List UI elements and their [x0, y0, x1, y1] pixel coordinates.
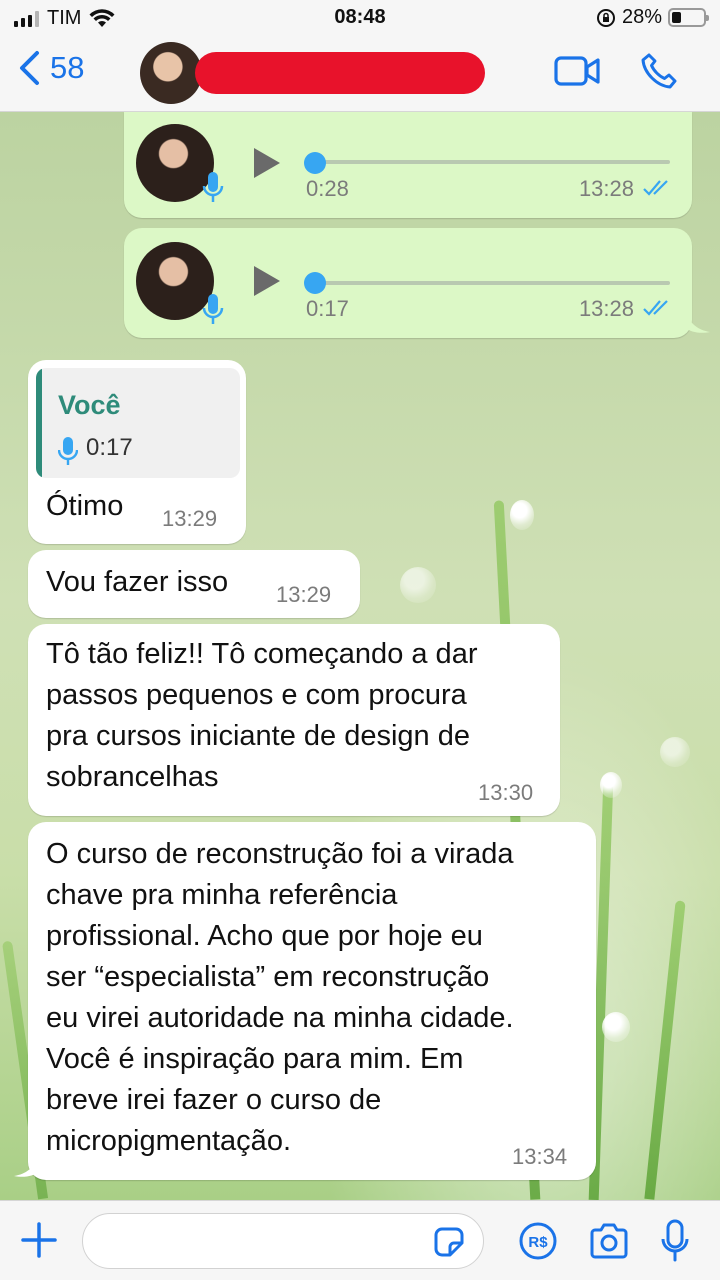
status-right: 28%: [596, 6, 709, 29]
payment-icon[interactable]: R$: [518, 1221, 558, 1261]
input-bar: R$: [0, 1200, 720, 1280]
voice-duration: 0:28: [306, 176, 349, 201]
quote-duration: 0:17: [86, 434, 133, 461]
microphone-icon: [58, 437, 78, 465]
message-line: Você é inspiração para mim. Em: [46, 1043, 464, 1075]
bubble-tail: [14, 1156, 38, 1177]
message-input[interactable]: [82, 1213, 484, 1269]
read-receipt-icon: [643, 180, 668, 196]
back-button[interactable]: 58: [18, 50, 84, 86]
message-line: micropigmentação.: [46, 1125, 291, 1157]
message-line: ser “especialista” em reconstrução: [46, 961, 490, 993]
play-icon[interactable]: [252, 146, 282, 180]
plus-icon[interactable]: [20, 1221, 58, 1259]
chat-header: 58: [0, 36, 720, 112]
message-line: pra cursos iniciante de design de: [46, 720, 470, 752]
microphone-icon: [202, 294, 224, 324]
chevron-left-icon: [20, 51, 39, 85]
message-time: 13:28: [578, 296, 634, 321]
wallpaper-dewdrop: [660, 737, 690, 767]
sticker-icon[interactable]: [432, 1225, 466, 1259]
reply-message[interactable]: Você 0:17 Ótimo 13:29: [28, 360, 246, 544]
text-message[interactable]: O curso de reconstrução foi a virada cha…: [28, 822, 596, 1180]
message-line: sobrancelhas: [46, 761, 219, 793]
unread-count: 58: [50, 50, 85, 85]
message-time: 13:28: [578, 176, 634, 201]
video-call-icon[interactable]: [554, 56, 600, 86]
quote-accent-bar: [36, 368, 42, 478]
message-time: 13:30: [478, 780, 534, 805]
message-line: O curso de reconstrução foi a virada: [46, 838, 514, 870]
message-line: breve irei fazer o curso de: [46, 1084, 382, 1116]
contact-avatar[interactable]: [140, 42, 202, 104]
play-icon[interactable]: [252, 264, 282, 298]
message-text-lines: O curso de reconstrução foi a virada cha…: [46, 834, 514, 1162]
message-line: chave pra minha referência: [46, 879, 398, 911]
svg-text:R$: R$: [528, 1234, 548, 1251]
voice-progress-track[interactable]: [314, 281, 670, 285]
orientation-lock-icon: [596, 8, 615, 27]
wallpaper-grass: [644, 900, 686, 1200]
message-line: profissional. Acho que por hoje eu: [46, 920, 483, 952]
chat-area[interactable]: 0:28 13:28 0:17 13:28 Você 0:17 Ótimo 13…: [0, 112, 720, 1200]
voice-message[interactable]: 0:17 13:28: [124, 228, 692, 338]
microphone-icon[interactable]: [660, 1219, 690, 1263]
message-line: eu virei autoridade na minha cidade.: [46, 1002, 514, 1034]
message-time: 13:29: [276, 582, 332, 607]
quoted-message[interactable]: Você 0:17: [36, 368, 240, 478]
message-text: Vou fazer isso: [46, 566, 229, 598]
camera-icon[interactable]: [588, 1223, 630, 1259]
message-time: 13:34: [512, 1144, 568, 1169]
wallpaper-dewdrop: [400, 567, 436, 603]
redacted-contact-name[interactable]: [195, 52, 485, 94]
quote-author: Você: [58, 390, 121, 420]
voice-message[interactable]: 0:28 13:28: [124, 112, 692, 218]
voice-duration: 0:17: [306, 296, 349, 321]
phone-call-icon[interactable]: [640, 52, 678, 90]
text-message[interactable]: Tô tão feliz!! Tô começando a dar passos…: [28, 624, 560, 816]
microphone-icon: [202, 172, 224, 202]
message-text: Ótimo: [46, 490, 124, 522]
status-bar: TIM 08:48 28%: [0, 0, 720, 36]
message-text-lines: Tô tão feliz!! Tô começando a dar passos…: [46, 634, 477, 798]
message-line: Tô tão feliz!! Tô começando a dar: [46, 638, 478, 670]
battery-percent: 28%: [621, 6, 662, 28]
voice-progress-track[interactable]: [314, 160, 670, 164]
voice-scrubber[interactable]: [304, 272, 326, 294]
read-receipt-icon: [643, 300, 668, 316]
wallpaper-dewdrop: [510, 500, 534, 530]
voice-scrubber[interactable]: [304, 152, 326, 174]
battery-icon: [668, 8, 709, 27]
message-line: passos pequenos e com procura: [46, 679, 467, 711]
wallpaper-dewdrop: [602, 1012, 630, 1042]
text-message[interactable]: Vou fazer isso 13:29: [28, 550, 360, 618]
bubble-tail: [686, 312, 710, 333]
wallpaper-dewdrop: [600, 772, 622, 798]
message-time: 13:29: [162, 506, 218, 531]
